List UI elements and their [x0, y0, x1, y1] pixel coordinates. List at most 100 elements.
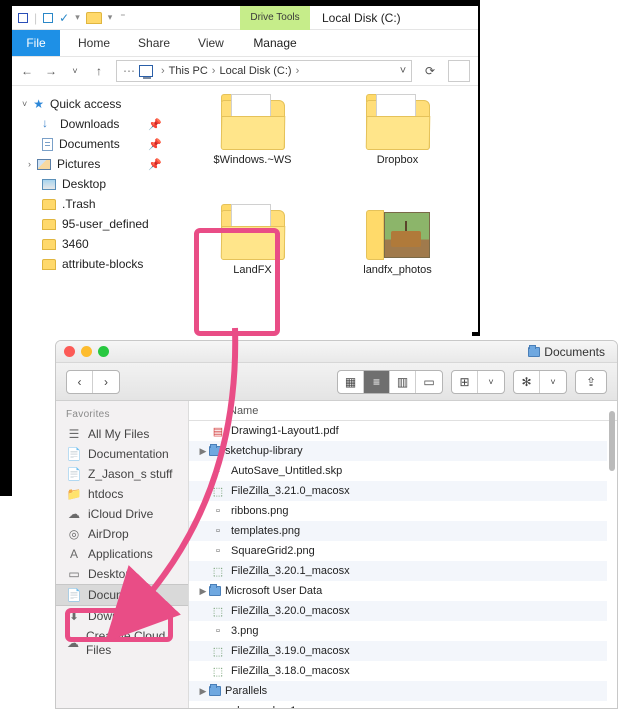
back-button[interactable]: ←	[20, 64, 34, 78]
file-row[interactable]: ⬚FileZilla_3.19.0_macosx	[189, 641, 607, 661]
breadcrumb-sep-icon: ›	[208, 65, 220, 77]
sidebar-item-z-jason-s-stuff[interactable]: 📄Z_Jason_s stuff	[56, 464, 188, 484]
up-button[interactable]: ↑	[92, 64, 106, 78]
folder-label: landfx_photos	[363, 264, 432, 276]
file-icon: ▫	[209, 705, 227, 708]
nav-label: 3460	[62, 237, 89, 251]
minimize-button[interactable]	[81, 346, 92, 357]
forward-button[interactable]: ›	[93, 371, 119, 393]
scrollbar-thumb[interactable]	[609, 411, 615, 471]
share-button[interactable]: ⇪	[575, 370, 607, 394]
search-box[interactable]	[448, 60, 470, 82]
nav-desktop[interactable]: Desktop	[16, 174, 168, 194]
nav-back-forward: ‹ ›	[66, 370, 120, 394]
sidebar-item-applications[interactable]: AApplications	[56, 544, 188, 564]
drive-icon: ⋯	[117, 64, 139, 78]
file-row[interactable]: ⬚FileZilla_3.18.0_macosx	[189, 661, 607, 681]
breadcrumb-local-disk[interactable]: Local Disk (C:)	[219, 65, 291, 77]
nav-quick-access[interactable]: ˅ ★ Quick access	[16, 94, 168, 114]
file-row[interactable]: ▫AutoSave_Untitled.skp	[189, 461, 607, 481]
nav-attribute-blocks[interactable]: attribute-blocks	[16, 254, 168, 274]
refresh-button[interactable]: ⟳	[422, 64, 438, 78]
back-button[interactable]: ‹	[67, 371, 93, 393]
file-row[interactable]: ▤Drawing1-Layout1.pdf	[189, 421, 607, 441]
folder-icon	[209, 586, 221, 596]
file-name: Microsoft User Data	[225, 585, 322, 597]
manage-tab[interactable]: Manage	[240, 36, 310, 50]
file-row[interactable]: ▶sketchup-library	[189, 441, 607, 461]
expand-icon[interactable]: ˅	[22, 99, 27, 109]
sidebar-item-label: htdocs	[88, 487, 123, 501]
sidebar-item-airdrop[interactable]: ◎AirDrop	[56, 524, 188, 544]
folder-grid: $Windows.~WS Dropbox LandFX landfx_photo…	[172, 86, 478, 332]
arrange-menu[interactable]: ⊞ ˅	[451, 370, 505, 394]
forward-button[interactable]: →	[44, 64, 58, 78]
folder-windows-ws[interactable]: $Windows.~WS	[180, 100, 325, 210]
sidebar-item-icloud-drive[interactable]: ☁iCloud Drive	[56, 504, 188, 524]
nav-pictures[interactable]: › Pictures 📌	[16, 154, 168, 174]
file-row[interactable]: ▫templates.png	[189, 521, 607, 541]
disclosure-triangle-icon[interactable]: ▶	[197, 586, 209, 597]
sidebar-item-desktop[interactable]: ▭Desktop	[56, 564, 188, 584]
sidebar-item-label: Downloads	[88, 609, 147, 623]
folder-dropbox[interactable]: Dropbox	[325, 100, 470, 210]
nav-downloads[interactable]: Downloads 📌	[16, 114, 168, 134]
address-dropdown-icon[interactable]: ˅	[395, 65, 411, 77]
sidebar-item-htdocs[interactable]: 📁htdocs	[56, 484, 188, 504]
sidebar-item-label: iCloud Drive	[88, 507, 153, 521]
column-view-button[interactable]: ▥	[390, 371, 416, 393]
file-row[interactable]: ▶ Microsoft User Data	[189, 581, 607, 601]
file-row[interactable]: ▫ribbons.png	[189, 501, 607, 521]
file-name: Parallels	[225, 685, 267, 697]
qat-dropdown-icon[interactable]: ▾	[108, 12, 113, 23]
file-row[interactable]: ⬚FileZilla_3.20.1_macosx	[189, 561, 607, 581]
icon-view-button[interactable]: ▦	[338, 371, 364, 393]
view-tab[interactable]: View	[198, 30, 224, 56]
nav-3460[interactable]: 3460	[16, 234, 168, 254]
nav-documents[interactable]: Documents 📌	[16, 134, 168, 154]
breadcrumb-this-pc[interactable]: This PC	[169, 65, 208, 77]
list-view-button[interactable]: ≡	[364, 371, 390, 393]
folder-landfx[interactable]: LandFX	[180, 210, 325, 320]
nav-user-defined[interactable]: 95-user_defined	[16, 214, 168, 234]
history-dropdown-icon[interactable]: ˅	[68, 66, 82, 76]
action-menu[interactable]: ✻ ˅	[513, 370, 567, 394]
sidebar-item-documents[interactable]: 📄Documents	[56, 584, 188, 606]
drive-tools-tab[interactable]: Drive Tools	[240, 6, 310, 30]
file-row[interactable]: ⬚FileZilla_3.21.0_macosx	[189, 481, 607, 501]
zoom-button[interactable]	[98, 346, 109, 357]
file-row[interactable]: ▫3.png	[189, 621, 607, 641]
sidebar-icon: 📄	[66, 467, 82, 481]
share-tab[interactable]: Share	[138, 30, 170, 56]
folder-landfx-photos[interactable]: landfx_photos	[325, 210, 470, 320]
home-tab[interactable]: Home	[78, 30, 110, 56]
disclosure-triangle-icon[interactable]: ▶	[197, 446, 209, 457]
cover-view-button[interactable]: ▭	[416, 371, 442, 393]
close-button[interactable]	[64, 346, 75, 357]
file-tab[interactable]: File	[12, 30, 60, 56]
address-bar[interactable]: ⋯ › This PC › Local Disk (C:) › ˅	[116, 60, 412, 82]
file-icon: ▫	[209, 505, 227, 517]
sidebar-item-all-my-files[interactable]: ☰All My Files	[56, 424, 188, 444]
file-row[interactable]: ▫place-valve-1.png	[189, 701, 607, 708]
qat-properties-icon[interactable]	[18, 13, 28, 23]
sidebar-icon: ☁	[66, 636, 80, 650]
sidebar-item-documentation[interactable]: 📄Documentation	[56, 444, 188, 464]
expand-icon[interactable]: ›	[28, 159, 31, 169]
file-list[interactable]: ▤Drawing1-Layout1.pdf▶sketchup-library▫A…	[189, 421, 607, 708]
file-name: FileZilla_3.20.0_macosx	[231, 605, 350, 617]
file-row[interactable]: ▶ Parallels	[189, 681, 607, 701]
qat-overflow-icon[interactable]: ⁼	[120, 12, 125, 23]
nav-label: Pictures	[57, 157, 100, 171]
sidebar-item-downloads[interactable]: ⬇Downloads	[56, 606, 188, 626]
sidebar-item-creative-cloud-files[interactable]: ☁Creative Cloud Files	[56, 626, 188, 660]
file-name: FileZilla_3.20.1_macosx	[231, 565, 350, 577]
column-header-name[interactable]: Name	[189, 401, 617, 421]
qat-folder-icon[interactable]	[86, 12, 102, 24]
file-row[interactable]: ▫SquareGrid2.png	[189, 541, 607, 561]
qat-select-icon[interactable]	[43, 13, 53, 23]
file-name: 3.png	[231, 625, 259, 637]
file-row[interactable]: ⬚FileZilla_3.20.0_macosx	[189, 601, 607, 621]
disclosure-triangle-icon[interactable]: ▶	[197, 686, 209, 697]
nav-trash[interactable]: .Trash	[16, 194, 168, 214]
